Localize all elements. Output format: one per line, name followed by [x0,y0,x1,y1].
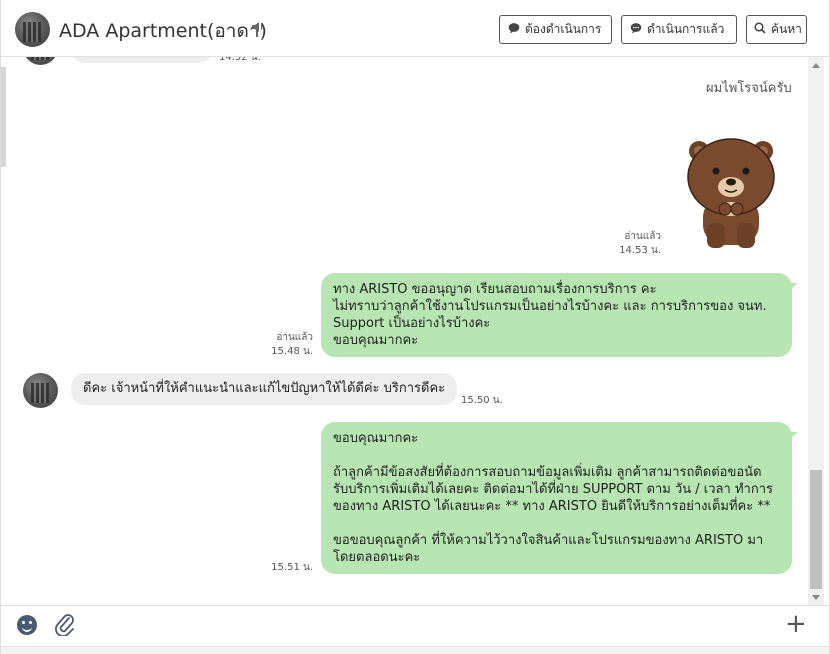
contact-avatar[interactable] [23,373,58,408]
smiley-icon[interactable] [17,615,37,635]
brown-bear-sticker [687,138,775,248]
search-button[interactable]: ค้นหา [746,15,807,44]
message-status: อ่านแล้ว 14.53 น. [613,230,661,258]
todo-button-label: ต้องดำเนินการ [525,22,602,36]
message-list[interactable]: 14.52 น. ผมไพโรจน์ครับ อ่านแล้ว 14.53 น. [1,57,829,605]
scroll-down-arrow-icon[interactable] [812,595,820,600]
outgoing-bubble: ทาง ARISTO ขออนุญาต เรียนสอบถามเรื่องการ… [321,273,798,357]
scrollbar[interactable] [808,57,824,605]
composer-toolbar: + [1,605,829,646]
message-time: 15.50 น. [461,395,503,406]
search-button-label: ค้นหา [771,22,802,36]
message-time: 14.53 น. [619,245,661,256]
todo-button[interactable]: ต้องดำเนินการ [499,15,612,44]
search-icon [754,22,766,37]
chat-header: ADA Apartment(อาดา) ต้องดำเนินการ ดำเนิน… [1,0,829,57]
contact-name: ADA Apartment(อาดา) [59,20,267,42]
contact-avatar[interactable] [15,12,50,47]
message-time: 15.51 น. [271,562,313,573]
outgoing-bubble: ขอบคุณมากคะ ถ้าลูกค้ามีข้อสงสัยที่ต้องกา… [321,422,798,574]
outgoing-text: ผมไพโรจน์ครับ [706,81,792,96]
message-time: 15.48 น. [271,346,313,357]
message-time: 14.52 น. [219,57,261,63]
left-edge-scrollbar [1,67,6,167]
read-status: อ่านแล้ว [276,332,313,343]
plus-icon[interactable]: + [785,611,807,637]
chat-dots-icon [629,22,642,37]
scroll-up-arrow-icon[interactable] [812,63,820,68]
scrollbar-thumb[interactable] [810,470,822,589]
speaker-icon[interactable] [251,20,267,36]
message-status: อ่านแล้ว 15.48 น. [263,331,313,359]
read-status: อ่านแล้ว [624,231,661,242]
incoming-bubble: ดีคะ เจ้าหน้าที่ให้คำแนะนำและแก้ไขปัญหาใ… [71,373,458,405]
paperclip-icon[interactable] [54,612,76,636]
chat-window: ADA Apartment(อาดา) ต้องดำเนินการ ดำเนิน… [0,0,830,654]
done-button-label: ดำเนินการแล้ว [647,22,725,36]
done-button[interactable]: ดำเนินการแล้ว [621,15,737,44]
message-input[interactable] [1,646,829,654]
chat-bubble-icon [507,22,520,37]
contact-avatar[interactable] [23,57,58,65]
incoming-bubble [71,57,213,63]
